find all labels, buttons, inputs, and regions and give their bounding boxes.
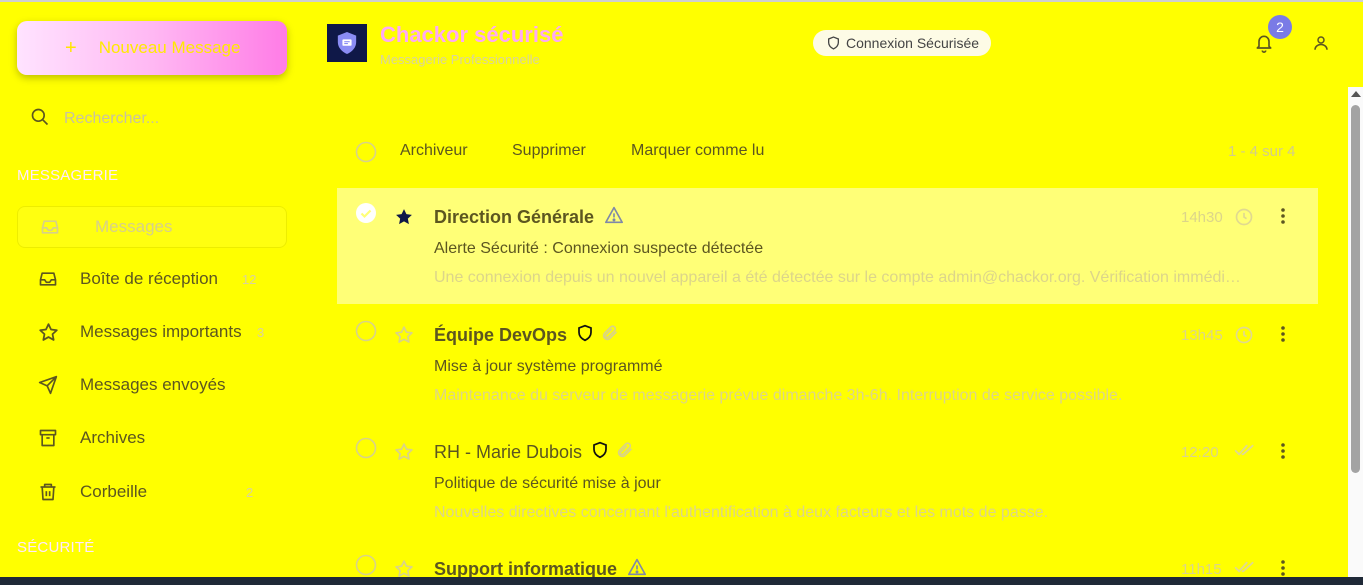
message-row[interactable]: Équipe DevOps Mise à jour système progra… [337, 306, 1318, 422]
archive-button[interactable]: Archiveur [400, 142, 468, 160]
clock-icon [1234, 325, 1254, 350]
shield-icon [592, 441, 608, 464]
app-subtitle: Messagerie Professionnelle [380, 52, 540, 67]
inbox-icon [38, 217, 62, 237]
sidebar-item-count: 12 [242, 271, 257, 287]
app-logo [327, 24, 367, 62]
send-icon [36, 375, 60, 395]
star-icon [36, 322, 60, 343]
notification-badge: 2 [1268, 15, 1292, 39]
more-options-icon[interactable] [1276, 441, 1290, 466]
message-sender: Équipe DevOps [434, 324, 619, 347]
section-label-messaging: MESSAGERIE [17, 167, 119, 184]
message-checkbox[interactable] [355, 320, 377, 347]
sender-name: Support informatique [434, 559, 617, 577]
new-message-button[interactable]: + Nouveau Message [17, 21, 287, 75]
sidebar: + Nouveau Message MESSAGERIE Messages Bo… [0, 0, 305, 577]
message-checkbox[interactable] [355, 437, 377, 464]
sidebar-item-sent[interactable]: Messages envoyés [17, 364, 287, 406]
new-message-label: Nouveau Message [98, 38, 241, 57]
sidebar-item-label: Boîte de réception [80, 269, 218, 288]
bell-icon[interactable] [1254, 33, 1274, 58]
sidebar-item-archives[interactable]: Archives [17, 417, 287, 459]
message-sender: Support informatique [434, 558, 647, 577]
more-options-icon[interactable] [1276, 558, 1290, 577]
message-sender: Direction Générale [434, 206, 624, 229]
pagination-info: 1 - 4 sur 4 [1228, 143, 1296, 160]
message-preview: Une connexion depuis un nouvel appareil … [434, 269, 1246, 286]
security-status-badge: Connexion Sécurisée [813, 30, 992, 56]
message-time: 14h30 [1181, 209, 1223, 226]
delete-button[interactable]: Supprimer [512, 142, 586, 160]
message-sender: RH - Marie Dubois [434, 441, 634, 464]
message-checkbox-checked[interactable] [355, 202, 377, 229]
message-row[interactable]: RH - Marie Dubois Politique de sécurité … [337, 423, 1318, 539]
mark-read-button[interactable]: Marquer comme lu [631, 142, 764, 160]
paperclip-icon [616, 441, 634, 464]
message-subject: Politique de sécurité mise à jour [434, 475, 661, 492]
search-icon [30, 107, 50, 132]
more-options-icon[interactable] [1276, 206, 1290, 231]
search-box[interactable] [30, 106, 280, 132]
sidebar-item-important[interactable]: Messages importants 3 [17, 311, 287, 353]
scrollbar-thumb[interactable] [1351, 105, 1360, 473]
message-subject: Alerte Sécurité : Connexion suspecte dét… [434, 240, 764, 257]
double-check-icon [1234, 442, 1256, 463]
sidebar-item-label: Messages envoyés [80, 375, 226, 394]
sidebar-item-count: 2 [246, 484, 254, 500]
scroll-up-arrow-icon[interactable] [1351, 91, 1361, 97]
message-preview: Maintenance du serveur de messagerie pré… [434, 387, 1123, 404]
sidebar-item-messages[interactable]: Messages [17, 206, 287, 248]
sidebar-item-inbox[interactable]: Boîte de réception 12 [17, 258, 287, 300]
security-status-label: Connexion Sécurisée [846, 35, 980, 51]
sidebar-item-label: Corbeille [80, 482, 148, 501]
star-icon[interactable] [394, 559, 414, 577]
more-options-icon[interactable] [1276, 324, 1290, 349]
sender-name: RH - Marie Dubois [434, 442, 583, 462]
inbox-icon [36, 269, 60, 289]
warning-icon [604, 206, 624, 229]
star-icon[interactable] [394, 442, 414, 467]
message-row[interactable]: Support informatique 11h15 [337, 540, 1318, 577]
section-label-security: SÉCURITÉ [17, 539, 95, 556]
message-time: 12:20 [1181, 444, 1219, 461]
star-icon[interactable] [394, 325, 414, 350]
star-filled-icon[interactable] [394, 207, 414, 232]
message-preview: Nouvelles directives concernant l'authen… [434, 504, 1049, 521]
taskbar-strip [0, 577, 1363, 585]
shield-logo-icon [337, 32, 357, 54]
clock-icon [1234, 207, 1254, 232]
plus-icon: + [65, 36, 77, 59]
message-time: 11h15 [1181, 561, 1222, 577]
message-checkbox[interactable] [355, 554, 377, 577]
archive-icon [36, 428, 60, 448]
sender-name: Équipe DevOps [434, 325, 568, 345]
sidebar-item-count: 3 [257, 324, 265, 340]
shield-icon [828, 36, 839, 50]
search-input[interactable] [64, 110, 264, 128]
shield-icon [577, 324, 593, 347]
sidebar-item-trash[interactable]: Corbeille 2 [17, 471, 287, 513]
select-all-checkbox[interactable] [355, 141, 377, 168]
trash-icon [36, 482, 60, 502]
sender-name: Direction Générale [434, 207, 595, 227]
app-title: Chackor sécurisé [380, 22, 564, 47]
sidebar-item-label: Messages importants [80, 322, 242, 341]
double-check-icon [1234, 559, 1256, 577]
warning-icon [627, 558, 647, 577]
sidebar-item-label: Messages [95, 217, 173, 236]
message-time: 13h45 [1181, 327, 1223, 344]
message-row[interactable]: Direction Générale Alerte Sécurité : Con… [337, 188, 1318, 304]
user-icon[interactable] [1312, 34, 1330, 57]
sidebar-item-label: Archives [80, 428, 146, 447]
message-subject: Mise à jour système programmé [434, 358, 663, 375]
scrollbar[interactable] [1348, 87, 1363, 577]
paperclip-icon [601, 324, 619, 347]
